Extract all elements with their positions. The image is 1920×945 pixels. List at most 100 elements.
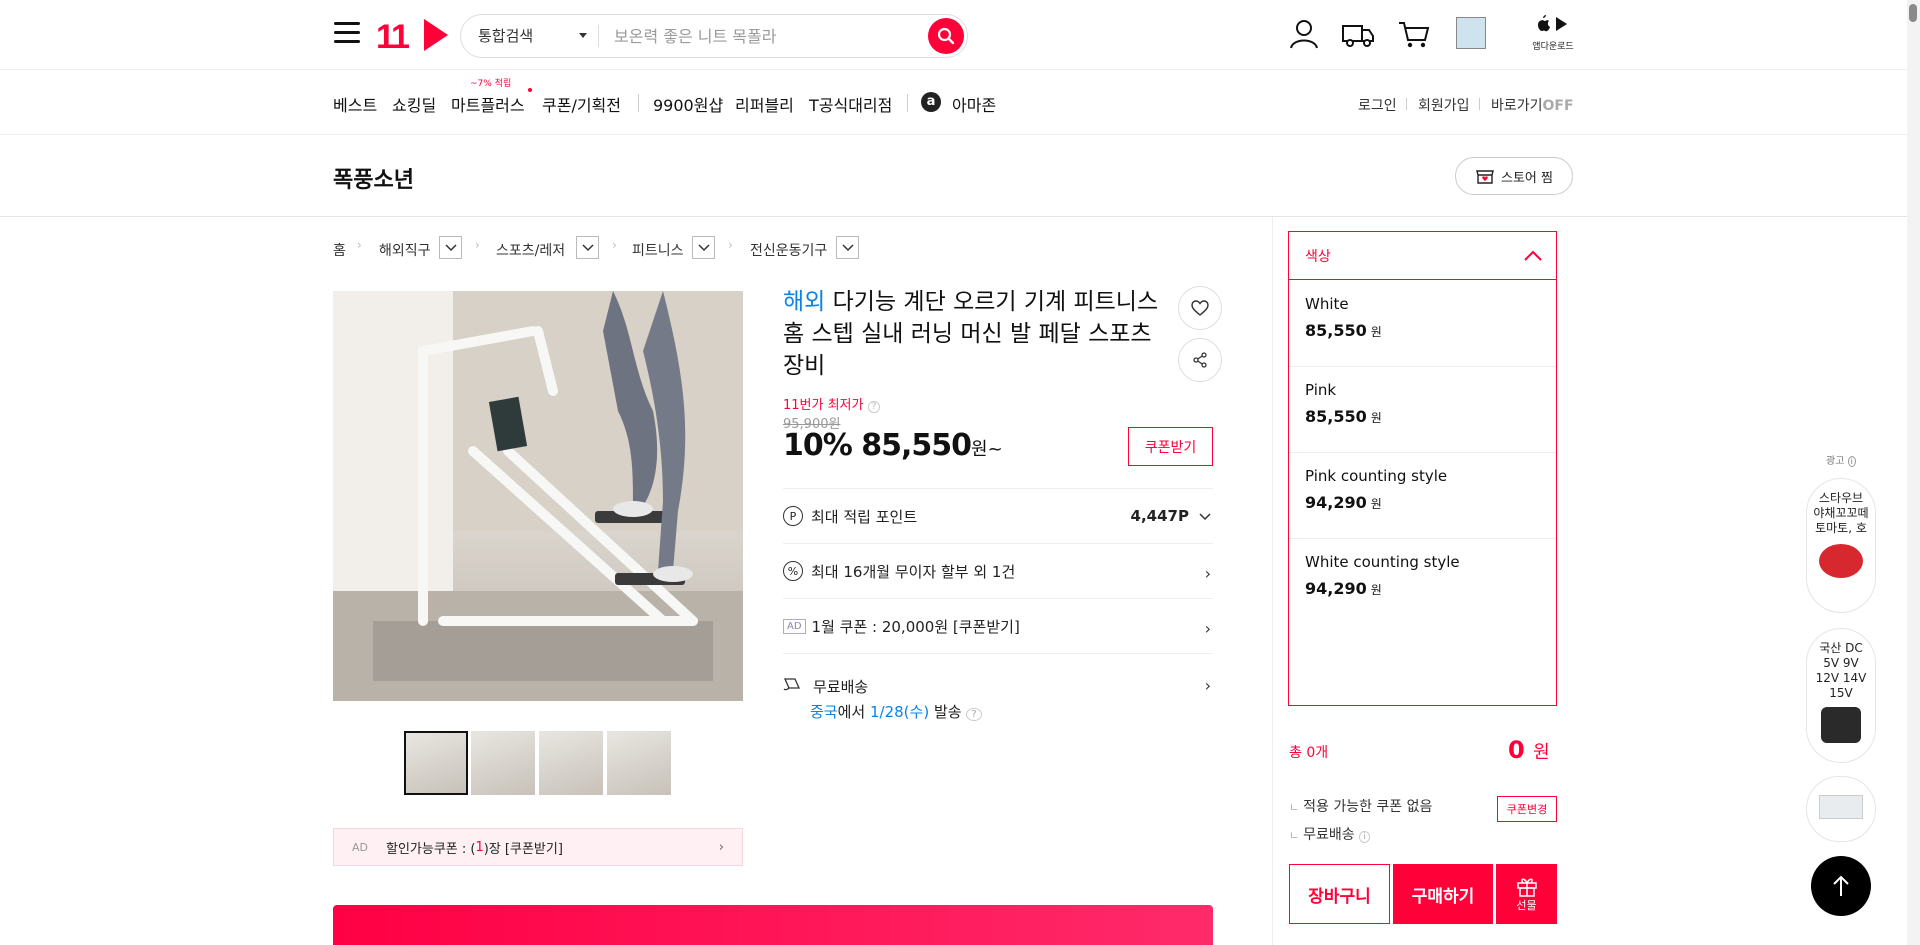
breadcrumb-dropdown[interactable] <box>836 236 859 259</box>
help-icon[interactable]: ? <box>867 401 881 413</box>
change-coupon-button[interactable]: 쿠폰변경 <box>1497 796 1557 822</box>
option-item[interactable]: White counting style 94,290 원 <box>1289 539 1556 625</box>
info-icon[interactable]: i <box>1359 831 1370 843</box>
breadcrumb-item[interactable]: 피트니스 <box>632 240 684 260</box>
product-main-image[interactable] <box>333 291 743 701</box>
free-shipping-note: 무료배송 i <box>1289 824 1370 844</box>
total-price-unit: 원 <box>1533 742 1550 763</box>
chevron-right-icon: › <box>728 238 733 252</box>
option-price: 94,290 원 <box>1305 579 1540 598</box>
get-coupon-button[interactable]: 쿠폰받기 <box>1128 427 1213 466</box>
product-title-text: 다기능 계단 오르기 기계 피트니스 홈 스텝 실내 러닝 머신 발 페달 스포… <box>783 289 1159 379</box>
nav-t-official[interactable]: T공식대리점 <box>809 92 892 116</box>
option-price: 85,550 원 <box>1305 407 1540 426</box>
shortcut-toggle[interactable]: 바로가기OFF <box>1491 95 1574 115</box>
breadcrumb-item[interactable]: 해외직구 <box>379 240 431 260</box>
breadcrumb-dropdown[interactable] <box>692 236 715 259</box>
ad-coupon-row[interactable]: AD 1월 쿠폰 : 20,000원 [쿠폰받기] › <box>783 598 1213 653</box>
column-divider <box>1272 217 1273 945</box>
wishlist-button[interactable] <box>1178 286 1222 330</box>
shortcut-state: OFF <box>1542 98 1574 114</box>
option-price-unit: 원 <box>1370 583 1382 597</box>
option-item[interactable]: White 85,550 원 <box>1289 281 1556 367</box>
nav-coupon[interactable]: 쿠폰/기획전 <box>542 92 621 116</box>
app-store-icon <box>1538 15 1567 32</box>
installment-row[interactable]: % 최대 16개월 무이자 할부 외 1건 › <box>783 543 1213 598</box>
side-ad-card[interactable]: 국산 DC 5V 9V 12V 14V 15V <box>1806 628 1876 763</box>
scrollbar[interactable] <box>1907 0 1920 945</box>
app-download-label: 앱다운로드 <box>1532 42 1574 52</box>
nav-9900-shop[interactable]: 9900원샵 <box>653 92 723 116</box>
breadcrumb-dropdown[interactable] <box>576 236 599 259</box>
overseas-tag: 해외 <box>783 289 826 315</box>
info-icon[interactable]: i <box>1847 456 1856 467</box>
option-name: Pink <box>1305 381 1337 399</box>
chevron-right-icon: › <box>1204 676 1211 695</box>
option-item[interactable]: Pink 85,550 원 <box>1289 367 1556 453</box>
chevron-down-icon <box>1199 513 1211 521</box>
signup-link[interactable]: 회원가입 <box>1418 95 1470 115</box>
side-ad-card[interactable] <box>1806 776 1876 842</box>
search-icon <box>937 27 955 45</box>
ship-end: 발송 <box>933 703 962 721</box>
chevron-down-icon[interactable] <box>579 33 587 38</box>
price-unit: 원~ <box>971 439 1003 460</box>
nav-shocking-deal[interactable]: 쇼킹딜 <box>392 92 436 116</box>
breadcrumb-dropdown[interactable] <box>439 236 462 259</box>
search-button[interactable] <box>928 18 964 54</box>
product-thumbnail[interactable] <box>471 731 535 795</box>
discount-coupon-strip[interactable]: AD 할인가능쿠폰 : (1)장 [쿠폰받기] › <box>333 828 743 866</box>
product-thumbnail[interactable] <box>539 731 603 795</box>
points-row[interactable]: P 최대 적립 포인트 4,447P <box>783 488 1213 543</box>
search-input[interactable] <box>614 22 914 50</box>
share-button[interactable] <box>1178 338 1222 382</box>
help-icon[interactable]: ? <box>966 708 982 721</box>
product-title: 해외 다기능 계단 오르기 기계 피트니스 홈 스텝 실내 러닝 머신 발 페달… <box>783 286 1173 382</box>
breadcrumb-item[interactable]: 전신운동기구 <box>750 240 827 260</box>
promo-banner[interactable] <box>333 905 1213 945</box>
ship-date: 1/28(수) <box>870 703 930 721</box>
gift-button[interactable]: 선물 <box>1496 864 1557 924</box>
option-price: 85,550 원 <box>1305 321 1540 340</box>
side-ad-card[interactable]: 스타우브 야채꼬꼬떼 토마토, 호 <box>1806 478 1876 613</box>
add-to-cart-button[interactable]: 장바구니 <box>1289 864 1390 924</box>
nav-mart-plus[interactable]: 마트플러스 <box>451 92 525 116</box>
coupon-strip-count: 1 <box>475 839 484 855</box>
cart-icon[interactable] <box>1396 16 1432 52</box>
delivery-truck-icon[interactable] <box>1340 16 1376 52</box>
gift-icon <box>1516 878 1537 897</box>
chevron-right-icon: › <box>612 238 617 252</box>
site-logo[interactable]: 11 <box>376 18 410 57</box>
product-thumbnail[interactable] <box>607 731 671 795</box>
chevron-right-icon: › <box>718 839 724 855</box>
search-category-select[interactable]: 통합검색 <box>478 25 533 46</box>
store-fav-label: 스토어 찜 <box>1501 170 1553 186</box>
app-download-link[interactable]: 앱다운로드 <box>1528 14 1578 54</box>
nav-best[interactable]: 베스트 <box>333 92 377 116</box>
nav-divider <box>638 94 639 112</box>
user-icon[interactable] <box>1286 16 1322 52</box>
points-value: 4,447P <box>1130 507 1189 525</box>
breadcrumb-item[interactable]: 스포츠/레저 <box>496 240 565 260</box>
recent-item-thumbnail[interactable] <box>1456 17 1486 49</box>
option-item[interactable]: Pink counting style 94,290 원 <box>1289 453 1556 539</box>
product-illustration <box>333 291 743 701</box>
menu-icon[interactable] <box>334 22 360 44</box>
buy-now-button[interactable]: 구매하기 <box>1393 864 1493 924</box>
ad-coupon-text: 1월 쿠폰 : 20,000원 [쿠폰받기] <box>811 617 1020 636</box>
nav-refurbly[interactable]: 리퍼블리 <box>735 92 794 116</box>
chevron-right-icon: › <box>475 238 480 252</box>
scrollbar-thumb[interactable] <box>1909 4 1917 22</box>
store-name[interactable]: 폭풍소년 <box>333 162 414 194</box>
points-icon: P <box>783 506 803 526</box>
product-thumbnail[interactable] <box>404 731 468 795</box>
scroll-to-top-button[interactable] <box>1811 856 1871 916</box>
chevron-right-icon: › <box>357 238 362 252</box>
login-link[interactable]: 로그인 <box>1358 95 1397 115</box>
store-fav-button[interactable]: 스토어 찜 <box>1455 157 1573 195</box>
option-header[interactable]: 색상 <box>1289 232 1556 280</box>
nav-amazon[interactable]: 아마존 <box>952 92 996 116</box>
option-header-label: 색상 <box>1305 248 1331 265</box>
breadcrumb-home[interactable]: 홈 <box>333 240 346 260</box>
amazon-icon[interactable]: a <box>921 92 941 112</box>
